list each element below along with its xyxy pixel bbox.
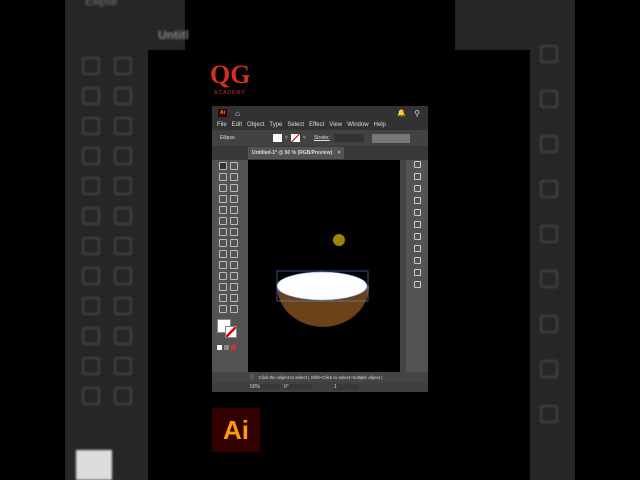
home-icon[interactable]: ⌂ (235, 109, 240, 118)
illustrator-window: Ai ⌂ 🔔 ⚲ File Edit Object Type Select Ef… (212, 106, 428, 392)
shape-builder-tool[interactable] (218, 249, 227, 258)
pen-tool[interactable] (218, 183, 227, 192)
selection-tool[interactable] (218, 161, 227, 170)
scale-tool[interactable] (229, 227, 238, 236)
gradient-tool[interactable] (229, 260, 238, 269)
selected-ellipse (276, 271, 368, 301)
search-icon[interactable]: ⚲ (414, 109, 420, 118)
align-icon[interactable] (413, 221, 421, 228)
menu-help[interactable]: Help (374, 122, 386, 128)
menu-view[interactable]: View (329, 122, 342, 128)
hand-tool[interactable] (218, 304, 227, 313)
gradient-panel-icon[interactable] (413, 269, 421, 276)
selection-label: Ellipse (220, 135, 235, 141)
ai-badge-label: Ai (223, 414, 249, 445)
libraries-icon[interactable] (413, 161, 421, 168)
stroke-swatch[interactable] (290, 134, 300, 142)
blend-tool[interactable] (229, 271, 238, 280)
pathfinder-icon[interactable] (413, 209, 421, 216)
menu-bar: File Edit Object Type Select Effect View… (212, 120, 428, 130)
document-tab-title: Untitled-1* @ 50 % (RGB/Preview) (252, 150, 333, 156)
vertical-scrollbar[interactable] (400, 160, 406, 372)
symbol-sprayer-tool[interactable] (218, 282, 227, 291)
canvas[interactable] (248, 160, 400, 372)
properties-icon[interactable] (413, 233, 421, 240)
transform-icon[interactable] (413, 185, 421, 192)
paintbrush-tool[interactable] (229, 205, 238, 214)
line-tool[interactable] (229, 194, 238, 203)
layers-icon[interactable] (413, 281, 421, 288)
artboard-field[interactable]: 1 (334, 384, 358, 390)
symbols-icon[interactable] (413, 197, 421, 204)
logo-subtitle: ACADEMY (214, 90, 246, 96)
background-right-panel (455, 0, 530, 50)
brushes-icon[interactable] (413, 173, 421, 180)
direct-selection-tool[interactable] (229, 161, 238, 170)
document-tab[interactable]: Untitled-1* @ 50 % (RGB/Preview) × (248, 147, 345, 159)
free-transform-tool[interactable] (229, 238, 238, 247)
ai-badge: Ai (212, 408, 260, 452)
tab-close-icon[interactable]: × (338, 150, 341, 156)
menu-edit[interactable]: Edit (232, 122, 242, 128)
notification-icon[interactable]: 🔔 (397, 109, 406, 117)
type-tool[interactable] (218, 194, 227, 203)
fill-stroke-indicator[interactable] (217, 317, 243, 343)
info-icon: ⓘ (250, 374, 255, 379)
artboard-tool[interactable] (218, 293, 227, 302)
shaper-tool[interactable] (218, 216, 227, 225)
toolbar (217, 160, 243, 390)
fill-swatch[interactable] (273, 134, 282, 142)
curvature-tool[interactable] (229, 183, 238, 192)
menu-type[interactable]: Type (269, 122, 282, 128)
character-icon[interactable] (413, 245, 421, 252)
width-tool[interactable] (218, 238, 227, 247)
stroke-label: Stroke: (313, 135, 330, 141)
menu-object[interactable]: Object (247, 122, 264, 128)
mesh-tool[interactable] (218, 260, 227, 269)
background-tab: Untitl (158, 28, 189, 42)
status-bar: 50% 0° 1 (212, 382, 428, 392)
menu-select[interactable]: Select (287, 122, 304, 128)
zoom-field[interactable]: 50% (250, 384, 280, 390)
graph-tool[interactable] (229, 282, 238, 291)
control-bar: Ellipse ˅ ˅ Stroke: (212, 130, 428, 146)
academy-logo: QG ACADEMY (210, 60, 250, 106)
title-bar: Ai ⌂ 🔔 ⚲ (212, 106, 428, 120)
ellipse-tool[interactable] (218, 205, 227, 214)
hint-bar: ⓘ Click the object to select | Shift+Cli… (212, 372, 428, 382)
hint-text: Click the object to select | Shift+Click… (258, 374, 383, 380)
rotate-tool[interactable] (218, 227, 227, 236)
stroke-weight-input[interactable] (333, 134, 364, 142)
background-dock-blur (540, 45, 565, 465)
perspective-tool[interactable] (229, 249, 238, 258)
menu-file[interactable]: File (217, 122, 227, 128)
zoom-tool[interactable] (229, 304, 238, 313)
tab-bar: Untitled-1* @ 50 % (RGB/Preview) × (212, 146, 428, 160)
menu-effect[interactable]: Effect (309, 122, 324, 128)
magic-wand-tool[interactable] (218, 172, 227, 181)
appearance-icon[interactable] (413, 257, 421, 264)
logo-letters: QG (210, 60, 251, 89)
app-logo: Ai (218, 109, 227, 117)
right-panel-dock (408, 156, 426, 356)
cursor-highlight (333, 234, 345, 246)
lasso-tool[interactable] (229, 172, 238, 181)
artwork (276, 234, 369, 327)
background-left-title: Ellipse (85, 0, 118, 8)
menu-window[interactable]: Window (347, 122, 368, 128)
background-tools-blur (76, 55, 138, 480)
rotation-field[interactable]: 0° (284, 384, 312, 390)
eraser-tool[interactable] (229, 216, 238, 225)
style-dropdown[interactable] (371, 133, 410, 143)
eyedropper-tool[interactable] (218, 271, 227, 280)
slice-tool[interactable] (229, 293, 238, 302)
